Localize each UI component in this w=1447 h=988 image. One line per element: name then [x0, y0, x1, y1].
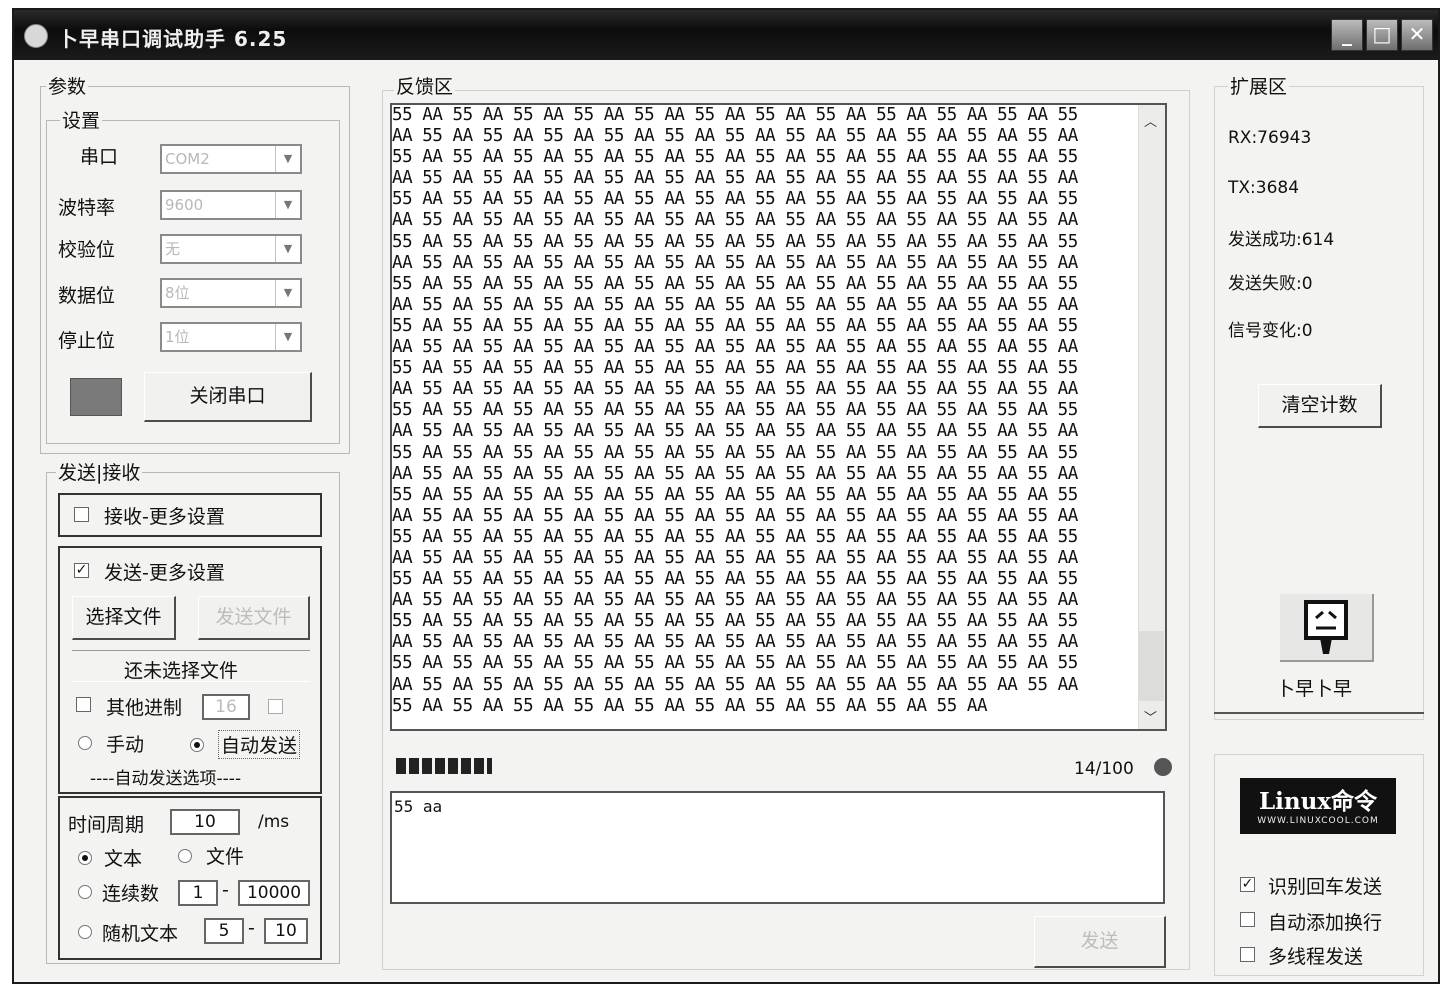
scroll-thumb[interactable]: [1139, 631, 1164, 701]
baud-label: 波特率: [58, 197, 116, 219]
file-label: 文件: [206, 846, 245, 868]
linux-logo: Linux命令 WWW.LINUXCOOL.COM: [1240, 778, 1396, 834]
send-recv-group-label: 发送|接收: [56, 458, 143, 485]
sequence-label: 连续数: [102, 883, 160, 905]
chevron-up-icon[interactable]: ︿: [1144, 111, 1157, 130]
chevron-down-icon[interactable]: ▼: [275, 146, 300, 172]
linux-logo-text: Linux命令: [1258, 788, 1378, 815]
file-status-text: 还未选择文件: [124, 660, 239, 682]
time-period-input[interactable]: 10: [170, 809, 240, 835]
signal-change-count: 信号变化:0: [1228, 321, 1313, 341]
feedback-label: 反馈区: [394, 72, 456, 99]
sequence-dash: -: [222, 879, 229, 901]
port-select[interactable]: COM2 ▼: [160, 144, 302, 174]
recv-more-label: 接收-更多设置: [104, 506, 225, 528]
auto-options-label: ----自动发送选项----: [90, 769, 242, 789]
parity-select-value: 无: [165, 240, 181, 258]
receive-text: 55 AA 55 AA 55 AA 55 AA 55 AA 55 AA 55 A…: [392, 105, 1078, 716]
divider: [1214, 712, 1424, 714]
sequence-radio[interactable]: [78, 885, 92, 899]
port-status-icon: [70, 378, 122, 416]
baud-select-value: 9600: [165, 196, 204, 214]
random-dash: -: [248, 917, 255, 939]
auto-send-label: 自动发送: [218, 730, 301, 759]
close-icon[interactable]: ✕: [1401, 19, 1433, 51]
progress-text: 14/100: [1074, 759, 1134, 779]
stopbits-label: 停止位: [58, 330, 116, 352]
auto-newline-label: 自动添加换行: [1268, 912, 1383, 934]
text-label: 文本: [104, 848, 143, 870]
params-group-label: 参数: [46, 72, 89, 99]
other-base-extra-checkbox[interactable]: [268, 699, 283, 714]
random-from-input[interactable]: 5: [204, 918, 244, 944]
chevron-down-icon[interactable]: ﹀: [1144, 707, 1157, 726]
chevron-down-icon[interactable]: ▼: [275, 280, 300, 306]
app-window: 卜早串口调试助手 6.25 _ □ ✕ 参数 设置 串口 COM2 ▼ 波特率 9…: [12, 8, 1440, 984]
window-title: 卜早串口调试助手 6.25: [58, 27, 288, 51]
random-text-label: 随机文本: [102, 923, 179, 945]
extension-label: 扩展区: [1228, 72, 1290, 99]
time-period-label: 时间周期: [68, 814, 145, 836]
recog-enter-label: 识别回车发送: [1268, 876, 1383, 898]
text-radio[interactable]: [78, 851, 92, 865]
send-fail-count: 发送失败:0: [1228, 274, 1313, 294]
auto-newline-checkbox[interactable]: [1240, 912, 1255, 927]
stopbits-select-value: 1位: [165, 328, 190, 346]
sequence-from-input[interactable]: 1: [178, 880, 218, 906]
mascot-icon: [1304, 600, 1348, 654]
select-file-button[interactable]: 选择文件: [72, 596, 176, 640]
other-base-checkbox[interactable]: [76, 697, 91, 712]
databits-select[interactable]: 8位 ▼: [160, 278, 302, 308]
other-base-input[interactable]: 16: [202, 694, 250, 720]
send-input-text: 55 aa: [394, 797, 443, 816]
receive-area[interactable]: 55 AA 55 AA 55 AA 55 AA 55 AA 55 AA 55 A…: [390, 103, 1167, 731]
vertical-scrollbar[interactable]: ︿ ﹀: [1138, 105, 1165, 729]
mascot-caption: 卜早卜早: [1276, 678, 1353, 700]
send-ok-count: 发送成功:614: [1228, 230, 1335, 250]
chevron-down-icon[interactable]: ▼: [275, 192, 300, 218]
send-file-button[interactable]: 发送文件: [198, 596, 310, 640]
tx-count: TX:3684: [1228, 178, 1300, 198]
databits-label: 数据位: [58, 285, 116, 307]
progress-bar: [396, 758, 492, 774]
status-led-icon: [1154, 758, 1172, 776]
mascot-button[interactable]: [1280, 594, 1374, 662]
multithread-label: 多线程发送: [1268, 946, 1364, 968]
port-select-value: COM2: [165, 150, 210, 168]
multithread-checkbox[interactable]: [1240, 947, 1255, 962]
send-more-label: 发送-更多设置: [104, 562, 225, 584]
chevron-down-icon[interactable]: ▼: [275, 236, 300, 262]
recv-more-checkbox[interactable]: [74, 507, 89, 522]
databits-select-value: 8位: [165, 284, 190, 302]
chevron-down-icon[interactable]: ▼: [275, 324, 300, 350]
port-label: 串口: [80, 146, 119, 168]
manual-label: 手动: [106, 734, 145, 756]
other-base-label: 其他进制: [106, 697, 183, 719]
minimize-icon[interactable]: _: [1331, 19, 1363, 51]
manual-radio[interactable]: [78, 736, 92, 750]
parity-select[interactable]: 无 ▼: [160, 234, 302, 264]
file-radio[interactable]: [178, 849, 192, 863]
time-period-unit: /ms: [258, 812, 290, 832]
rx-count: RX:76943: [1228, 128, 1312, 148]
maximize-icon[interactable]: □: [1366, 19, 1398, 51]
close-port-button[interactable]: 关闭串口: [144, 372, 312, 422]
app-icon: [24, 24, 48, 48]
recog-enter-checkbox[interactable]: ✓: [1240, 877, 1255, 892]
linux-logo-url: WWW.LINUXCOOL.COM: [1257, 816, 1379, 826]
stopbits-select[interactable]: 1位 ▼: [160, 322, 302, 352]
auto-send-radio[interactable]: [190, 738, 204, 752]
random-text-radio[interactable]: [78, 925, 92, 939]
parity-label: 校验位: [58, 239, 116, 261]
random-to-input[interactable]: 10: [264, 918, 308, 944]
send-more-checkbox[interactable]: ✓: [74, 563, 89, 578]
send-button[interactable]: 发送: [1034, 916, 1166, 968]
send-input[interactable]: 55 aa: [390, 791, 1165, 904]
clear-count-button[interactable]: 清空计数: [1258, 384, 1382, 428]
baud-select[interactable]: 9600 ▼: [160, 190, 302, 220]
sequence-to-input[interactable]: 10000: [238, 880, 310, 906]
settings-group-label: 设置: [60, 106, 103, 133]
title-bar: 卜早串口调试助手 6.25 _ □ ✕: [14, 10, 1438, 60]
